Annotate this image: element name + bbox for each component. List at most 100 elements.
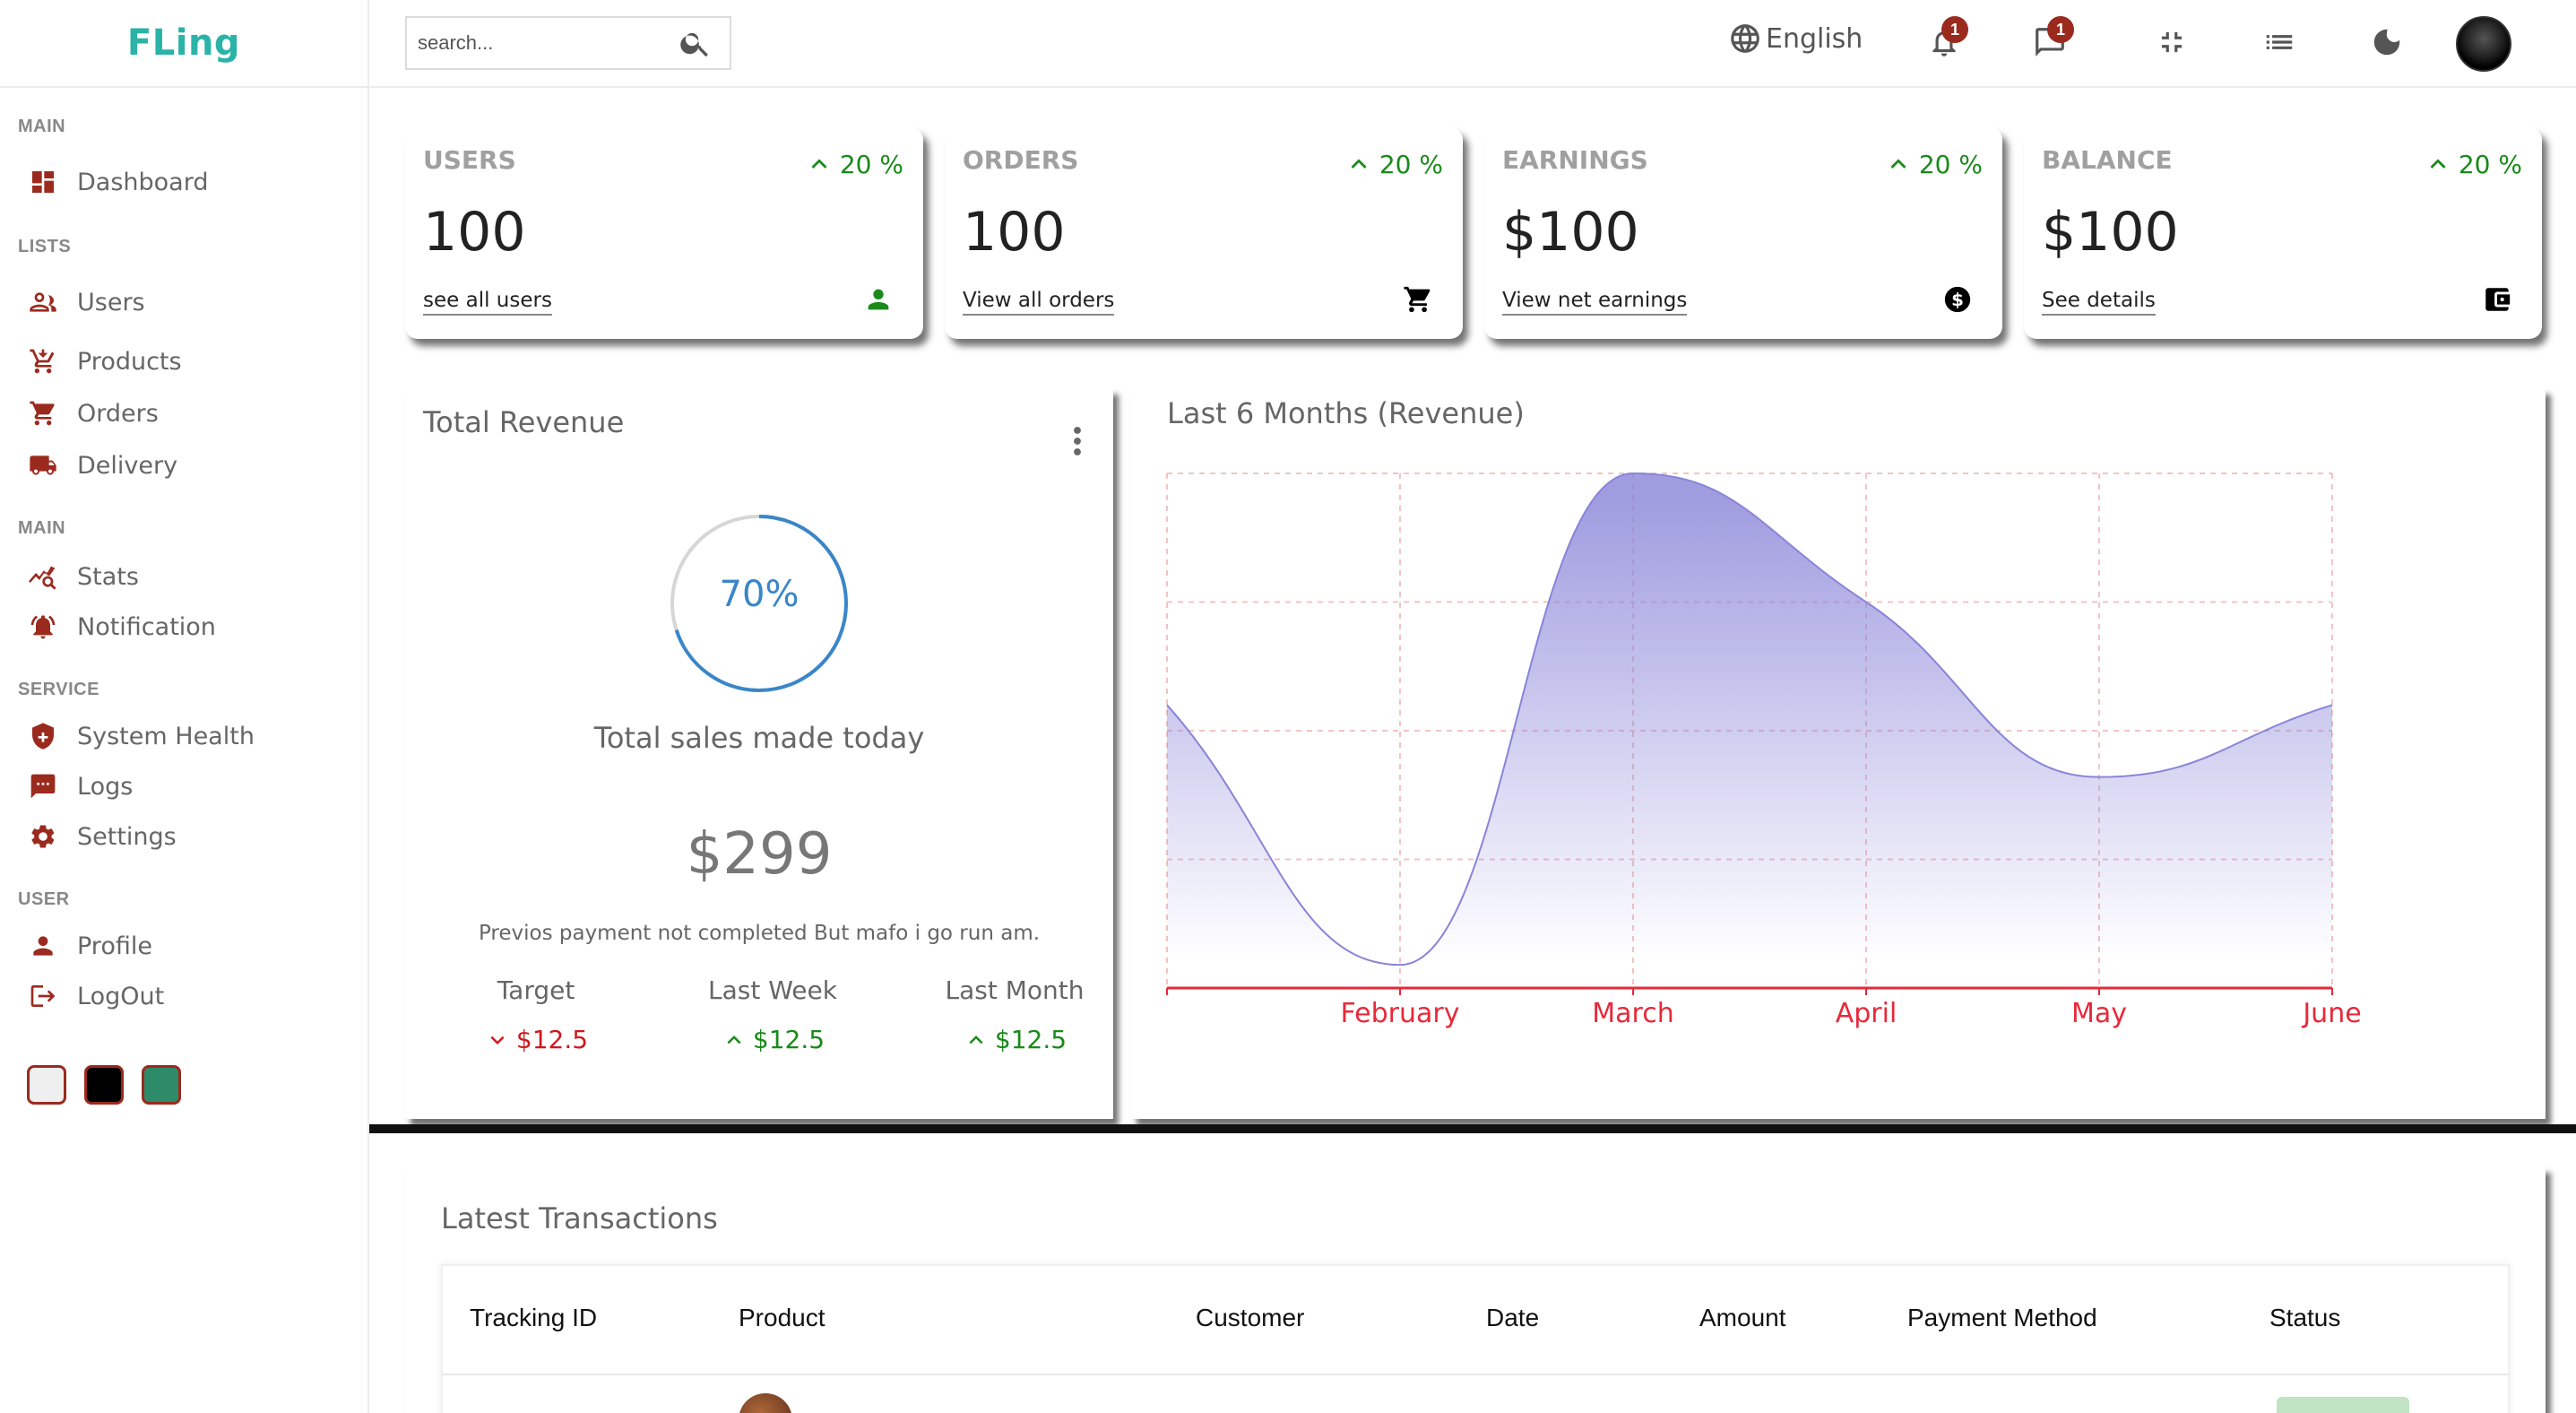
theme-swatch-light[interactable] xyxy=(27,1065,66,1105)
messages-button[interactable]: 1 xyxy=(2027,16,2074,65)
x-tick-label: March xyxy=(1592,998,1673,1029)
summary-title: Last Week xyxy=(708,975,837,1005)
dollar-icon: $ xyxy=(1940,282,1975,317)
sidebar-item-notification[interactable]: Notification xyxy=(27,606,216,647)
summary-last-month: Last Month $12.5 xyxy=(907,975,1122,1054)
widget-value: $100 xyxy=(2042,201,2179,264)
column-header[interactable]: Amount xyxy=(1699,1304,1786,1332)
logo-area: FLing xyxy=(0,0,367,88)
summary-title: Target xyxy=(497,975,575,1005)
column-header[interactable]: Customer xyxy=(1196,1304,1304,1332)
widget-users: USERS 20 % 100 see all users xyxy=(405,127,923,339)
widget-percentage: 20 % xyxy=(2423,149,2522,179)
widget-value: $100 xyxy=(1502,201,1639,264)
theme-swatch-green[interactable] xyxy=(142,1065,181,1105)
wallet-icon xyxy=(2479,282,2515,317)
fullscreen-exit-button[interactable] xyxy=(2149,20,2194,65)
bell-icon xyxy=(27,611,59,643)
sales-amount: $299 xyxy=(686,821,833,888)
topbar: English 1 1 xyxy=(369,0,2576,88)
summary-amount: $12.5 xyxy=(994,1025,1068,1054)
chevron-up-icon xyxy=(811,159,827,169)
sidebar-item-label: Products xyxy=(77,347,182,376)
theme-swatch-dark[interactable] xyxy=(84,1065,124,1105)
sidebar-item-label: Notification xyxy=(77,612,216,641)
widget-orders: ORDERS 20 % 100 View all orders xyxy=(945,127,1463,339)
sidebar-item-stats[interactable]: Stats xyxy=(27,556,139,597)
svg-text:$: $ xyxy=(1951,290,1964,310)
summary-value: $12.5 xyxy=(428,1025,644,1054)
more-vert-icon[interactable] xyxy=(1068,425,1086,457)
fullscreen-exit-icon xyxy=(2161,31,2183,53)
column-header[interactable]: Status xyxy=(2269,1304,2340,1332)
logs-icon xyxy=(27,770,59,802)
widget-link[interactable]: View all orders xyxy=(963,289,1115,316)
summary-amount: $12.5 xyxy=(752,1025,826,1054)
sidebar-item-logout[interactable]: LogOut xyxy=(27,975,164,1017)
section-title-main: MAIN xyxy=(18,117,66,136)
chevron-down-icon xyxy=(490,1036,505,1045)
section-title-user: USER xyxy=(18,889,70,909)
sidebar-item-label: Dashboard xyxy=(77,168,209,196)
truck-icon xyxy=(27,449,59,481)
column-header[interactable]: Product xyxy=(739,1304,826,1332)
cart-icon xyxy=(27,397,59,429)
total-revenue-card: Total Revenue 70% Total sales made today… xyxy=(405,387,1113,1119)
sidebar-item-label: LogOut xyxy=(77,982,165,1010)
chevron-up-icon xyxy=(727,1035,741,1044)
chevron-up-icon xyxy=(2430,159,2446,169)
transactions-table: Tracking ID Product Customer Date Amount… xyxy=(441,1264,2510,1413)
sidebar-item-label: Profile xyxy=(77,932,152,960)
sidebar-item-profile[interactable]: Profile xyxy=(27,925,152,967)
language-label: English xyxy=(1766,22,1863,55)
sidebar-item-users[interactable]: Users xyxy=(27,282,145,323)
globe-icon xyxy=(1731,24,1759,53)
search-icon[interactable] xyxy=(678,25,713,61)
logout-icon xyxy=(27,980,59,1012)
column-header[interactable]: Tracking ID xyxy=(470,1304,597,1332)
latest-transactions-card: Latest Transactions Tracking ID Product … xyxy=(405,1166,2546,1413)
dashboard-icon xyxy=(27,166,59,198)
app-logo[interactable]: FLing xyxy=(127,22,240,64)
avatar[interactable] xyxy=(2456,16,2511,72)
users-icon xyxy=(27,286,59,318)
x-tick-label: February xyxy=(1341,998,1460,1029)
widget-link[interactable]: See details xyxy=(2042,289,2156,316)
sidebar-item-system-health[interactable]: System Health xyxy=(27,715,255,757)
sidebar-item-delivery[interactable]: Delivery xyxy=(27,445,177,486)
sidebar-item-dashboard[interactable]: Dashboard xyxy=(27,161,208,203)
revenue-area-chart: February March April May June xyxy=(1166,472,2362,1029)
search-input[interactable] xyxy=(418,31,678,55)
list-button[interactable] xyxy=(2257,20,2302,65)
section-title-lists: LISTS xyxy=(18,237,72,256)
stats-icon xyxy=(27,560,59,593)
summary-title: Last Month xyxy=(945,975,1085,1005)
search-box xyxy=(405,16,731,70)
widget-percentage-value: 20 % xyxy=(2458,149,2522,179)
column-header[interactable]: Date xyxy=(1486,1304,1539,1332)
chevron-up-icon xyxy=(969,1035,983,1044)
widget-percentage: 20 % xyxy=(804,149,903,179)
sidebar-item-orders[interactable]: Orders xyxy=(27,393,159,434)
sidebar-item-label: Delivery xyxy=(77,451,178,480)
summary-last-week: Last Week $12.5 xyxy=(665,975,880,1054)
sidebar-item-products[interactable]: Products xyxy=(27,341,182,382)
gear-icon xyxy=(27,820,59,853)
dark-mode-toggle[interactable] xyxy=(2364,20,2409,65)
sidebar-item-label: System Health xyxy=(77,722,255,750)
chevron-up-icon xyxy=(1351,159,1367,169)
widget-link[interactable]: View net earnings xyxy=(1502,289,1688,316)
sidebar-item-label: Stats xyxy=(77,562,139,591)
section-divider xyxy=(369,1124,2576,1133)
column-header[interactable]: Payment Method xyxy=(1907,1304,2097,1332)
progress-text: 70% xyxy=(719,574,800,615)
notifications-button[interactable]: 1 xyxy=(1922,16,1968,65)
card-title: Total Revenue xyxy=(423,405,625,439)
chevron-up-icon xyxy=(1890,159,1906,169)
sidebar-item-logs[interactable]: Logs xyxy=(27,766,133,807)
widget-link[interactable]: see all users xyxy=(423,289,552,316)
sidebar-item-settings[interactable]: Settings xyxy=(27,816,177,857)
sidebar: FLing MAIN Dashboard LISTS Users Product… xyxy=(0,0,369,1413)
messages-badge: 1 xyxy=(2047,16,2074,43)
language-selector[interactable]: English xyxy=(1728,22,1863,56)
